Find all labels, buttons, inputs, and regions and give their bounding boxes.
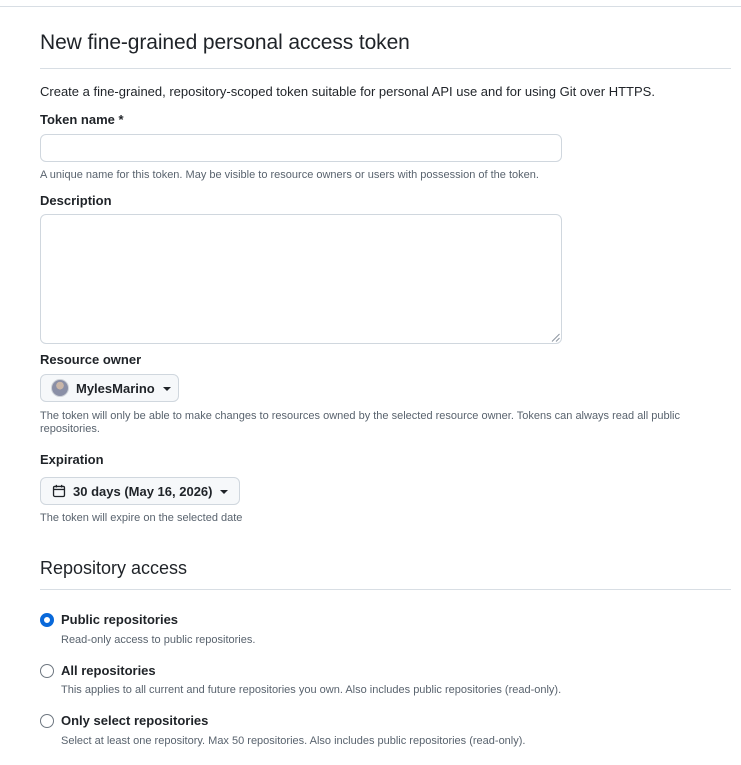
resource-owner-value: MylesMarino (76, 380, 155, 396)
radio-public-repositories[interactable]: Public repositories (40, 612, 178, 627)
radio-label: Public repositories (61, 612, 179, 627)
radio-only-select-repositories[interactable]: Only select repositories (40, 713, 208, 728)
radio-label: All repositories (61, 663, 156, 678)
radio-button-checked[interactable] (40, 612, 54, 627)
title-divider (40, 68, 731, 69)
radio-label: Only select repositories (61, 713, 209, 728)
expiration-label: Expiration (40, 452, 104, 467)
page-title: New fine-grained personal access token (40, 31, 410, 54)
description-textarea[interactable] (40, 214, 562, 344)
caret-down-icon (220, 489, 229, 494)
resource-owner-hint: The token will only be able to make chan… (40, 410, 680, 435)
resource-owner-dropdown[interactable]: MylesMarino (40, 374, 179, 402)
radio-description: Select at least one repository. Max 50 r… (61, 735, 526, 747)
calendar-icon (52, 484, 66, 498)
resource-owner-label: Resource owner (40, 352, 142, 367)
radio-button[interactable] (40, 713, 54, 728)
top-border (0, 0, 741, 7)
repository-access-title: Repository access (40, 558, 188, 578)
caret-down-icon (162, 386, 171, 391)
token-name-label: Token name * (40, 112, 124, 127)
radio-button[interactable] (40, 663, 54, 678)
expiration-hint: The token will expire on the selected da… (40, 512, 243, 524)
resize-handle-icon[interactable] (551, 333, 560, 342)
description-label: Description (40, 193, 112, 208)
section-divider (40, 589, 731, 590)
token-name-hint: A unique name for this token. May be vis… (40, 169, 539, 181)
expiration-value: 30 days (May 16, 2026) (73, 483, 213, 499)
page-intro: Create a fine-grained, repository-scoped… (40, 84, 655, 99)
expiration-dropdown[interactable]: 30 days (May 16, 2026) (40, 477, 240, 505)
token-name-input[interactable] (40, 134, 562, 162)
avatar (51, 379, 69, 397)
radio-description: Read-only access to public repositories. (61, 634, 256, 646)
radio-all-repositories[interactable]: All repositories (40, 663, 156, 678)
radio-description: This applies to all current and future r… (61, 684, 562, 696)
